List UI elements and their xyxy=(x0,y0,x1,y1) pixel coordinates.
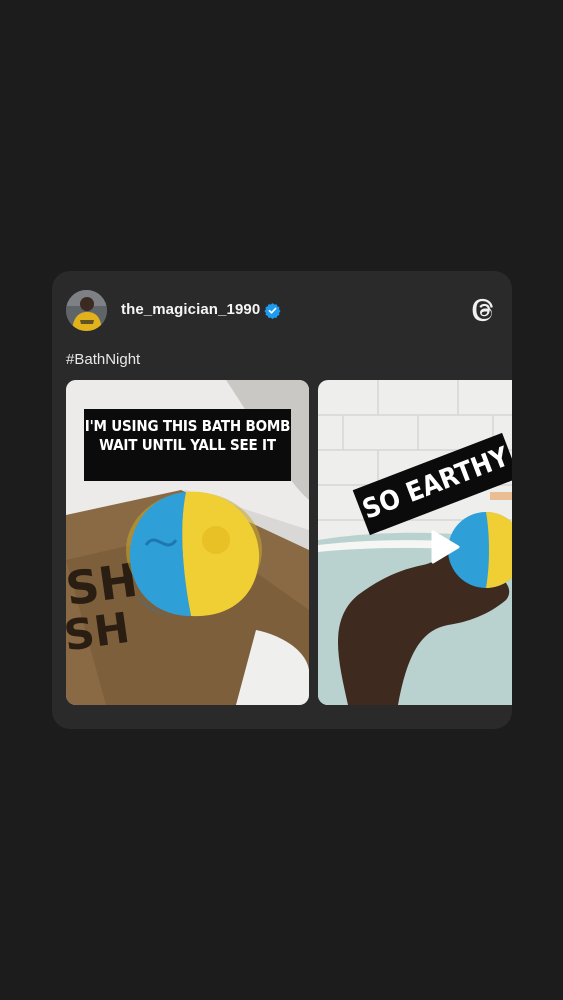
media-item-image[interactable]: SH SH I'M USING THIS BATH BOMB WAIT UNTI… xyxy=(66,380,309,705)
svg-text:SH: SH xyxy=(66,603,133,661)
play-icon[interactable] xyxy=(430,530,460,564)
threads-post-card[interactable]: the_magician_1990 #BathNight SH SH I'M U… xyxy=(52,271,512,729)
avatar-image xyxy=(66,290,107,331)
media-overlay-caption: I'M USING THIS BATH BOMB WAIT UNTIL YALL… xyxy=(84,409,291,481)
media-item-video[interactable]: SO EARTHY xyxy=(318,380,512,705)
username[interactable]: the_magician_1990 xyxy=(121,301,260,318)
threads-logo-icon[interactable] xyxy=(470,296,498,324)
video-thumbnail xyxy=(318,380,512,705)
verified-badge-icon xyxy=(264,303,281,319)
avatar[interactable] xyxy=(66,290,107,331)
post-caption-hashtag[interactable]: #BathNight xyxy=(66,351,140,368)
